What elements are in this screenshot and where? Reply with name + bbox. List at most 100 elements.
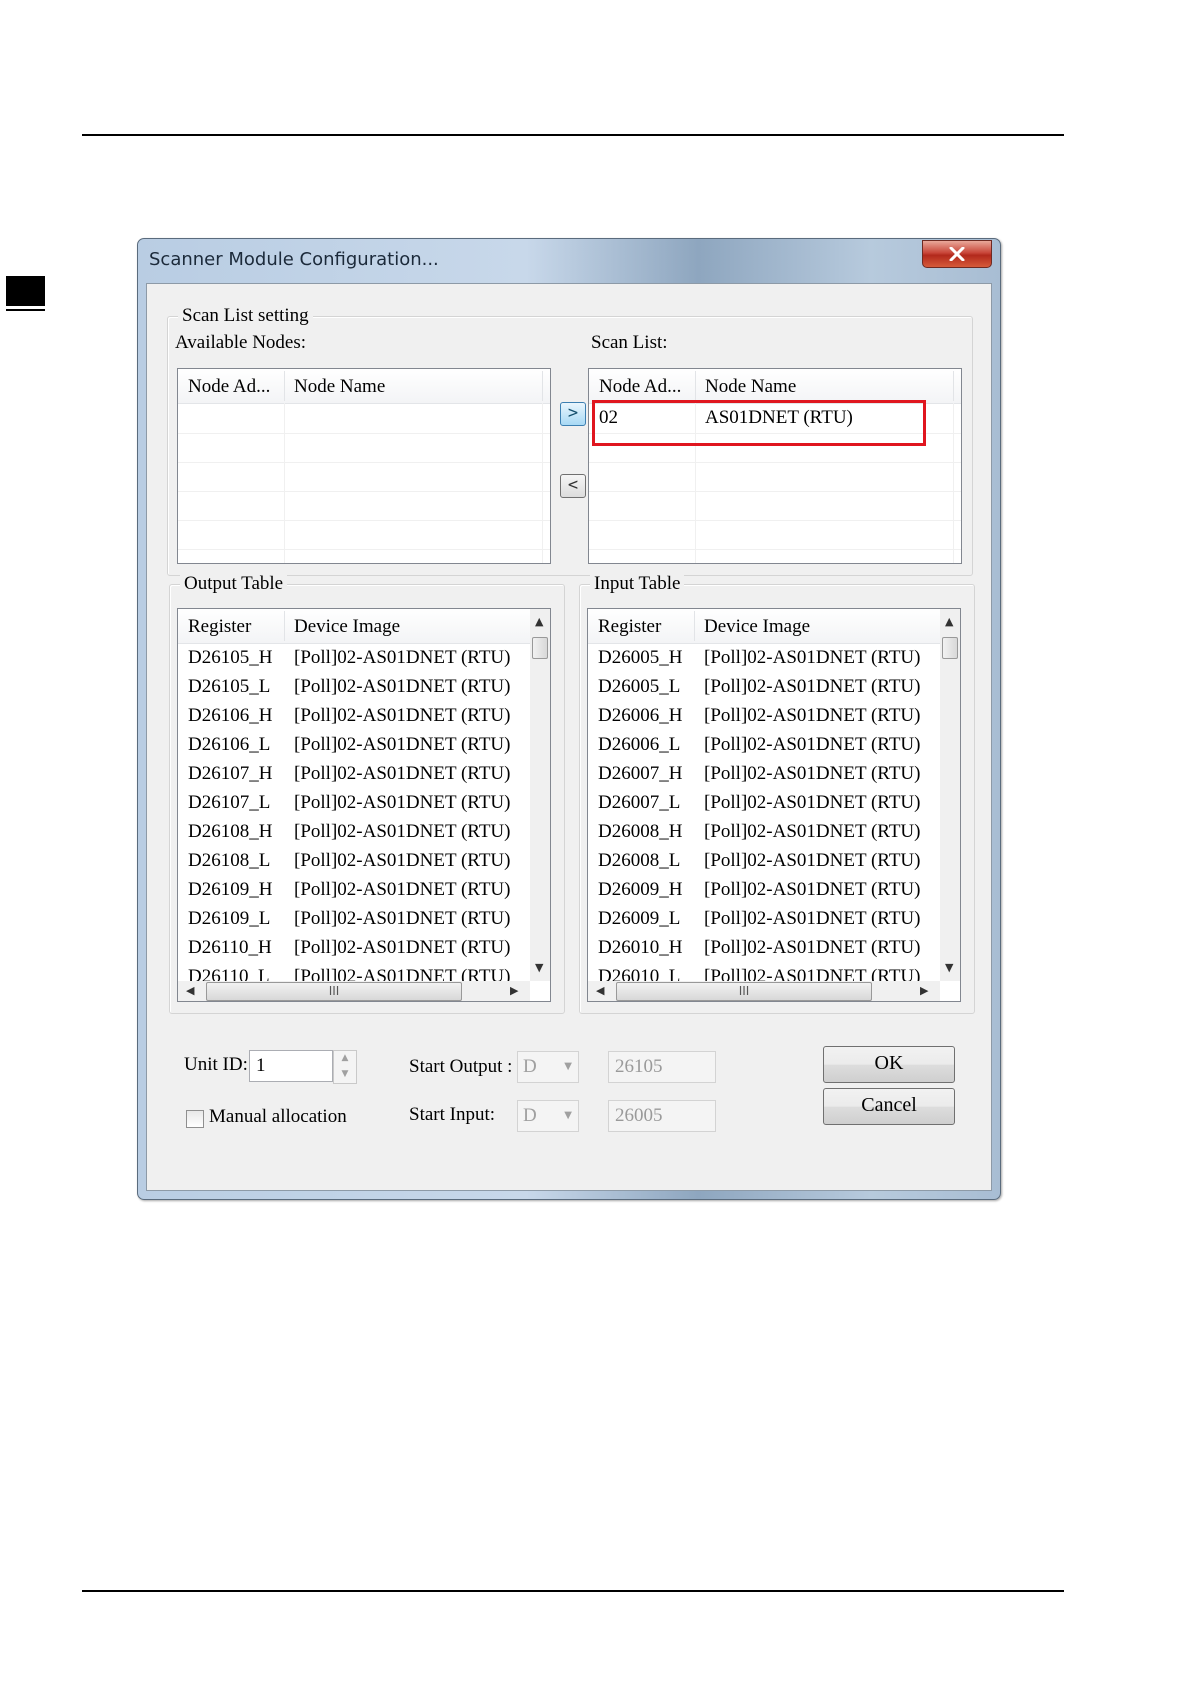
column-header-node-address[interactable]: Node Ad... xyxy=(188,376,270,398)
title-bar[interactable]: Scanner Module Configuration... xyxy=(138,239,1000,283)
register-cell: D26005_L xyxy=(598,676,681,697)
register-cell: D26008_L xyxy=(598,850,681,871)
unit-id-field[interactable]: 1 xyxy=(249,1050,333,1082)
register-cell: D26006_L xyxy=(598,734,681,755)
table-row[interactable]: D26008_L [Poll]02-AS01DNET (RTU) xyxy=(588,848,940,877)
scroll-up-arrow-icon[interactable]: ▲ xyxy=(535,615,543,628)
scroll-thumb[interactable] xyxy=(942,637,958,659)
remove-from-scan-list-button[interactable]: < xyxy=(560,474,586,498)
table-row[interactable]: D26007_H [Poll]02-AS01DNET (RTU) xyxy=(588,761,940,790)
device-image-cell: [Poll]02-AS01DNET (RTU) xyxy=(704,676,921,697)
register-cell: D26009_H xyxy=(598,879,683,900)
available-nodes-list[interactable]: Node Ad... Node Name xyxy=(177,368,551,564)
table-row[interactable]: D26010_H [Poll]02-AS01DNET (RTU) xyxy=(588,935,940,964)
start-input-device-select[interactable]: D ▼ xyxy=(517,1100,579,1132)
register-cell: D26107_L xyxy=(188,792,271,813)
scroll-thumb[interactable]: III xyxy=(616,982,872,1001)
scroll-thumb[interactable]: III xyxy=(206,982,462,1001)
register-cell: D26108_H xyxy=(188,821,273,842)
column-header-node-name[interactable]: Node Name xyxy=(294,376,385,398)
scan-list-setting-label: Scan List setting xyxy=(178,305,313,327)
scroll-thumb[interactable] xyxy=(532,637,548,659)
ok-button[interactable]: OK xyxy=(823,1046,955,1083)
device-image-cell: [Poll]02-AS01DNET (RTU) xyxy=(704,763,921,784)
table-row[interactable]: D26006_H [Poll]02-AS01DNET (RTU) xyxy=(588,703,940,732)
column-header-register[interactable]: Register xyxy=(598,616,661,638)
device-image-cell: [Poll]02-AS01DNET (RTU) xyxy=(294,850,511,871)
register-cell: D26009_L xyxy=(598,908,681,929)
unit-id-spinner[interactable]: ▲ ▼ xyxy=(333,1050,357,1084)
manual-allocation-checkbox[interactable] xyxy=(186,1110,204,1128)
output-table-header: Register Device Image xyxy=(178,609,530,644)
register-cell: D26109_H xyxy=(188,879,273,900)
table-row[interactable]: D26009_L [Poll]02-AS01DNET (RTU) xyxy=(588,906,940,935)
device-image-cell: [Poll]02-AS01DNET (RTU) xyxy=(704,850,921,871)
table-row[interactable]: D26005_H [Poll]02-AS01DNET (RTU) xyxy=(588,645,940,674)
table-row[interactable]: D26109_L [Poll]02-AS01DNET (RTU) xyxy=(178,906,530,935)
spin-up-icon[interactable]: ▲ xyxy=(334,1051,356,1067)
device-image-cell: [Poll]02-AS01DNET (RTU) xyxy=(294,676,511,697)
table-row[interactable]: D26108_H [Poll]02-AS01DNET (RTU) xyxy=(178,819,530,848)
table-row[interactable]: D26109_H [Poll]02-AS01DNET (RTU) xyxy=(178,877,530,906)
scan-list[interactable]: Node Ad... Node Name 02 AS01DNET (RTU) xyxy=(588,368,962,564)
device-image-cell: [Poll]02-AS01DNET (RTU) xyxy=(294,763,511,784)
register-cell: D26010_H xyxy=(598,937,683,958)
column-header-node-name[interactable]: Node Name xyxy=(705,376,796,398)
start-output-field[interactable]: 26105 xyxy=(608,1051,716,1083)
scroll-up-arrow-icon[interactable]: ▲ xyxy=(945,615,953,628)
device-image-cell: [Poll]02-AS01DNET (RTU) xyxy=(294,821,511,842)
start-input-field[interactable]: 26005 xyxy=(608,1100,716,1132)
table-row[interactable]: D26110_H [Poll]02-AS01DNET (RTU) xyxy=(178,935,530,964)
input-vertical-scrollbar[interactable]: ▲ ▼ xyxy=(940,609,960,981)
scroll-right-arrow-icon[interactable]: ▶ xyxy=(920,984,928,997)
scroll-left-arrow-icon[interactable]: ◀ xyxy=(186,984,194,997)
output-table-list[interactable]: Register Device Image D26105_H [Poll]02-A… xyxy=(177,608,551,1002)
device-image-cell: [Poll]02-AS01DNET (RTU) xyxy=(704,937,921,958)
dialog-client-area: Scan List setting Available Nodes: Scan … xyxy=(146,283,992,1191)
device-image-cell: [Poll]02-AS01DNET (RTU) xyxy=(294,937,511,958)
scroll-right-arrow-icon[interactable]: ▶ xyxy=(510,984,518,997)
close-button[interactable] xyxy=(922,240,992,268)
add-to-scan-list-button[interactable]: > xyxy=(560,402,586,426)
available-nodes-header: Node Ad... Node Name xyxy=(178,369,550,404)
scroll-down-arrow-icon[interactable]: ▼ xyxy=(945,961,953,974)
column-header-device-image[interactable]: Device Image xyxy=(294,616,400,638)
register-cell: D26108_L xyxy=(188,850,271,871)
device-image-cell: [Poll]02-AS01DNET (RTU) xyxy=(704,821,921,842)
table-row[interactable]: D26005_L [Poll]02-AS01DNET (RTU) xyxy=(588,674,940,703)
table-row[interactable]: D26105_H [Poll]02-AS01DNET (RTU) xyxy=(178,645,530,674)
device-image-cell: [Poll]02-AS01DNET (RTU) xyxy=(294,734,511,755)
register-cell: D26008_H xyxy=(598,821,683,842)
column-header-register[interactable]: Register xyxy=(188,616,251,638)
table-row[interactable]: D26107_L [Poll]02-AS01DNET (RTU) xyxy=(178,790,530,819)
column-header-node-address[interactable]: Node Ad... xyxy=(599,376,681,398)
table-row[interactable]: D26108_L [Poll]02-AS01DNET (RTU) xyxy=(178,848,530,877)
device-image-cell: [Poll]02-AS01DNET (RTU) xyxy=(704,879,921,900)
table-row[interactable]: D26107_H [Poll]02-AS01DNET (RTU) xyxy=(178,761,530,790)
input-table-list[interactable]: Register Device Image D26005_H [Poll]02-A… xyxy=(587,608,961,1002)
output-vertical-scrollbar[interactable]: ▲ ▼ xyxy=(530,609,550,981)
column-header-device-image[interactable]: Device Image xyxy=(704,616,810,638)
spin-down-icon[interactable]: ▼ xyxy=(334,1067,356,1083)
start-output-device-value: D xyxy=(523,1056,537,1077)
scroll-left-arrow-icon[interactable]: ◀ xyxy=(596,984,604,997)
page-top-rule xyxy=(82,134,1064,136)
register-cell: D26105_H xyxy=(188,647,273,668)
output-horizontal-scrollbar[interactable]: ◀ III ▶ xyxy=(178,981,530,1001)
table-row[interactable]: D26106_L [Poll]02-AS01DNET (RTU) xyxy=(178,732,530,761)
table-row[interactable]: D26009_H [Poll]02-AS01DNET (RTU) xyxy=(588,877,940,906)
table-row[interactable]: D26008_H [Poll]02-AS01DNET (RTU) xyxy=(588,819,940,848)
device-image-cell: [Poll]02-AS01DNET (RTU) xyxy=(704,734,921,755)
table-row[interactable]: D26106_H [Poll]02-AS01DNET (RTU) xyxy=(178,703,530,732)
cancel-button[interactable]: Cancel xyxy=(823,1088,955,1125)
register-cell: D26105_L xyxy=(188,676,271,697)
input-horizontal-scrollbar[interactable]: ◀ III ▶ xyxy=(588,981,940,1001)
table-row[interactable]: D26007_L [Poll]02-AS01DNET (RTU) xyxy=(588,790,940,819)
table-row[interactable]: D26006_L [Poll]02-AS01DNET (RTU) xyxy=(588,732,940,761)
table-row[interactable]: D26105_L [Poll]02-AS01DNET (RTU) xyxy=(178,674,530,703)
start-input-label: Start Input: xyxy=(409,1104,496,1125)
device-image-cell: [Poll]02-AS01DNET (RTU) xyxy=(294,908,511,929)
start-output-device-select[interactable]: D ▼ xyxy=(517,1051,579,1083)
scroll-down-arrow-icon[interactable]: ▼ xyxy=(535,961,543,974)
device-image-cell: [Poll]02-AS01DNET (RTU) xyxy=(294,647,511,668)
